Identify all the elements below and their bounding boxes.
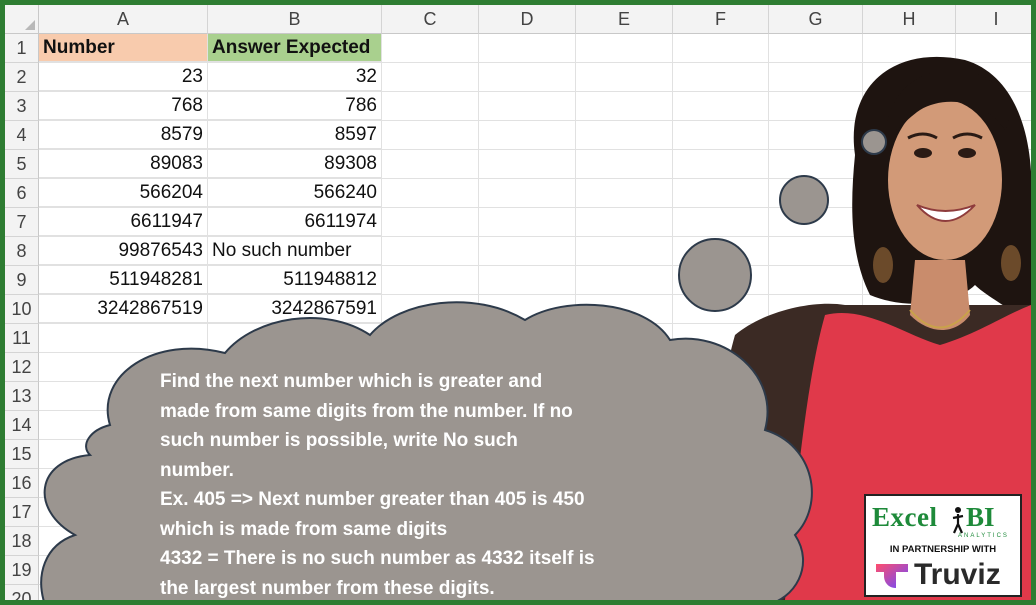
spreadsheet-grid: A B C D E F G H I 1 2 3 4 5 6 7 8 9 10 1… xyxy=(5,5,1031,600)
logo-excel-text: Excel xyxy=(872,502,938,532)
thought-bubble-text: Find the next number which is greater an… xyxy=(160,367,650,600)
bubble-line-8: the largest number from these digits. xyxy=(160,577,495,599)
bubble-line-6: which is made from same digits xyxy=(160,518,448,540)
excel-bi-truviz-logo: Excel BI ANALYTICS IN PARTNERSHIP WITH T… xyxy=(864,494,1022,597)
bubble-line-5: Ex. 405 => Next number greater than 405 … xyxy=(160,489,585,510)
window-frame: A B C D E F G H I 1 2 3 4 5 6 7 8 9 10 1… xyxy=(0,0,1036,605)
logo-truviz-text: Truviz xyxy=(914,558,1001,591)
bubble-line-2: made from same digits from the number. I… xyxy=(160,400,573,422)
logo-partnership-text: IN PARTNERSHIP WITH xyxy=(889,544,997,555)
bubble-line-4: number. xyxy=(160,459,234,481)
logo-bi-text: BI xyxy=(966,502,995,532)
truviz-icon xyxy=(876,564,908,588)
bubble-line-3: such number is possible, write No such xyxy=(160,430,518,451)
logo-analytics-text: ANALYTICS xyxy=(958,533,1009,539)
figure-icon xyxy=(952,507,964,534)
bubble-line-7: 4332 = There is no such number as 4332 i… xyxy=(160,548,595,569)
bubble-line-1: Find the next number which is greater an… xyxy=(160,371,543,392)
